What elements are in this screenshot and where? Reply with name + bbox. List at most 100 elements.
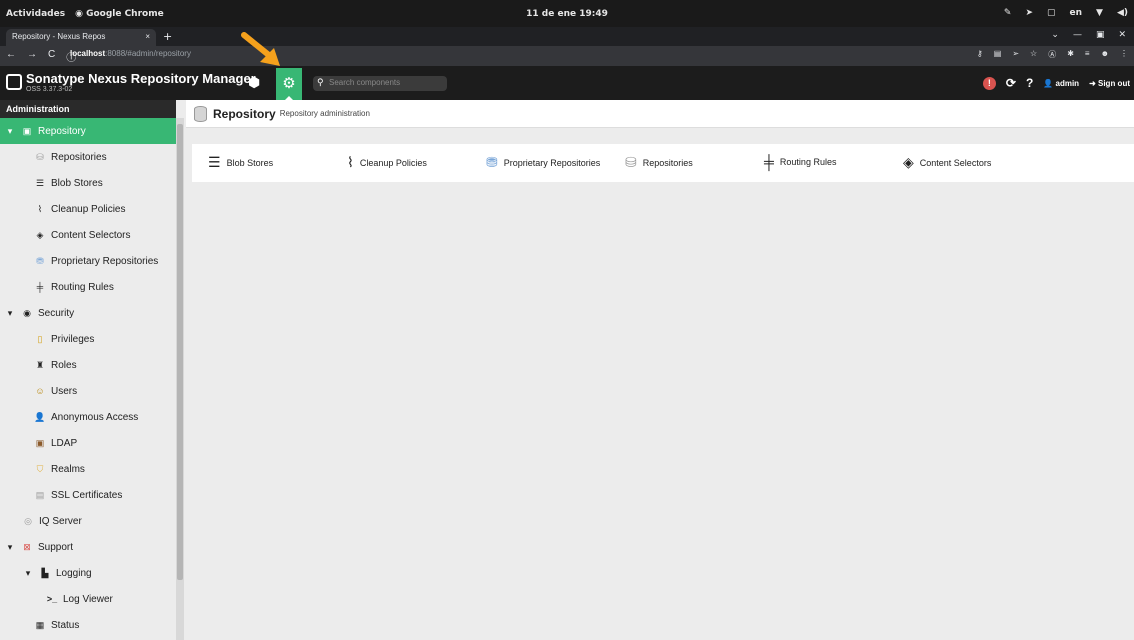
sidebar-item-repositories[interactable]: ⛁ Repositories — [0, 144, 176, 170]
minimize-button[interactable]: — — [1073, 30, 1082, 40]
card-label: Proprietary Repositories — [503, 157, 601, 168]
url-host: localhost — [70, 49, 106, 58]
pen-icon[interactable]: ✎ — [1004, 8, 1012, 18]
sidebar-item-label: Cleanup Policies — [51, 203, 126, 215]
extensions-puzzle-icon[interactable]: ✱ — [1067, 49, 1074, 60]
sidebar-item-label: Realms — [51, 463, 85, 475]
sidebar-item-label: Blob Stores — [51, 177, 103, 189]
search-placeholder: Search components — [329, 78, 401, 87]
send-icon[interactable]: ➤ — [1025, 8, 1033, 18]
forward-icon[interactable]: → — [27, 49, 37, 64]
sidebar-item-cleanup-policies[interactable]: ⌇ Cleanup Policies — [0, 196, 176, 222]
profile-avatar-icon[interactable]: ☻ — [1101, 49, 1109, 60]
admin-sidebar: Administration ▾ ▣ Repository ⛁ Repositorie… — [0, 100, 176, 640]
repos-icon: ⛃ — [36, 255, 44, 266]
reload-icon[interactable]: C — [48, 49, 55, 64]
language-indicator[interactable]: en — [1070, 8, 1083, 18]
database-icon: ▣ — [22, 125, 32, 136]
translate-icon[interactable]: ▤ — [994, 49, 1002, 60]
close-window-button[interactable]: ✕ — [1118, 30, 1126, 40]
wifi-icon[interactable]: ▼ — [1096, 8, 1103, 18]
role-icon: ♜ — [35, 359, 45, 370]
browser-menu-icon[interactable]: ⋮ — [1120, 49, 1128, 60]
refresh-icon[interactable]: ⟳ — [1006, 76, 1016, 90]
sign-out-button[interactable]: ➜ Sign out — [1089, 79, 1130, 88]
expand-caret-icon[interactable]: ▾ — [22, 568, 34, 579]
expand-caret-icon[interactable]: ▾ — [4, 308, 16, 319]
scrollbar-thumb[interactable] — [177, 124, 183, 580]
card-repositories[interactable]: ⛁ Repositories — [625, 154, 693, 171]
page-title: Repository — [213, 106, 276, 121]
logging-icon: ▙ — [41, 567, 49, 578]
database-icon: ⛁ — [625, 154, 637, 170]
shield-icon: ⛉ — [36, 463, 44, 474]
alert-icon[interactable]: ! — [982, 76, 996, 90]
sidebar-item-status[interactable]: ▦ Status — [0, 612, 176, 638]
share-icon[interactable]: ➢ — [1012, 49, 1019, 60]
browser-tab[interactable]: Repository - Nexus Repos × — [6, 29, 156, 46]
sidebar-item-label: Logging — [56, 567, 92, 579]
card-blob-stores[interactable]: ☰ Blob Stores — [208, 154, 273, 171]
sidebar-item-roles[interactable]: ♜ Roles — [0, 352, 176, 378]
bookmark-star-icon[interactable]: ☆ — [1030, 49, 1037, 60]
admin-gear-button[interactable]: ⚙ — [276, 68, 302, 100]
maximize-button[interactable]: ▣ — [1096, 30, 1105, 40]
reading-list-icon[interactable]: ≡ — [1085, 49, 1090, 60]
new-tab-button[interactable]: + — [163, 30, 172, 43]
sidebar-scrollbar[interactable] — [176, 118, 184, 640]
sidebar-item-proprietary-repositories[interactable]: ⛃ Proprietary Repositories — [0, 248, 176, 274]
repos-icon: ⛃ — [486, 154, 498, 170]
sidebar-item-iq-server[interactable]: ◎ IQ Server — [0, 508, 176, 534]
sidebar-item-label: Routing Rules — [51, 281, 114, 293]
card-routing-rules[interactable]: ╪ Routing Rules — [764, 154, 836, 170]
card-content-selectors[interactable]: ◈ Content Selectors — [903, 154, 991, 171]
user-menu[interactable]: 👤 admin — [1043, 79, 1079, 88]
app-title[interactable]: Sonatype Nexus Repository Manager — [26, 71, 256, 86]
url-field[interactable]: localhost:8088/#admin/repository — [70, 49, 191, 58]
extension-a-icon[interactable]: Ⓐ — [1048, 49, 1056, 60]
search-components-input[interactable]: ⚲ Search components — [313, 76, 447, 91]
book-icon: ▣ — [35, 437, 45, 448]
clock[interactable]: 11 de ene 19:49 — [0, 9, 1134, 19]
key-icon[interactable]: ⚷ — [977, 49, 983, 60]
card-cleanup-policies[interactable]: ⌇ Cleanup Policies — [347, 154, 427, 171]
back-icon[interactable]: ← — [6, 49, 16, 64]
sidebar-item-repository[interactable]: ▾ ▣ Repository — [0, 118, 176, 144]
nexus-header: Sonatype Nexus Repository Manager OSS 3.… — [0, 66, 1134, 100]
address-bar: ← → C ⓘ localhost:8088/#admin/repository… — [0, 46, 1134, 66]
users-icon: ☺ — [35, 386, 45, 396]
browse-cube-icon[interactable]: ⬢ — [248, 75, 260, 91]
sidebar-item-anonymous-access[interactable]: 👤 Anonymous Access — [0, 404, 176, 430]
sidebar-item-realms[interactable]: ⛉ Realms — [0, 456, 176, 482]
sidebar-item-ssl-certificates[interactable]: ▤ SSL Certificates — [0, 482, 176, 508]
layers-icon: ◈ — [903, 154, 914, 170]
broom-icon: ⌇ — [347, 154, 354, 170]
expand-caret-icon[interactable]: ▾ — [4, 126, 16, 137]
sidebar-item-blob-stores[interactable]: ☰ Blob Stores — [0, 170, 176, 196]
tab-search-icon[interactable]: ⌄ — [1051, 30, 1059, 40]
sidebar-item-label: Privileges — [51, 333, 95, 345]
sidebar-header: Administration — [0, 100, 176, 118]
sidebar-item-label: Proprietary Repositories — [51, 255, 159, 267]
clipboard-icon[interactable]: ▢ — [1047, 8, 1056, 18]
sidebar-item-support[interactable]: ▾ ⊠ Support — [0, 534, 176, 560]
sidebar-item-privileges[interactable]: ▯ Privileges — [0, 326, 176, 352]
expand-caret-icon[interactable]: ▾ — [4, 542, 16, 553]
sidebar-item-label: Support — [38, 541, 74, 553]
sidebar-item-security[interactable]: ▾ ◉ Security — [0, 300, 176, 326]
sidebar-item-label: Users — [51, 385, 78, 397]
broom-icon: ⌇ — [37, 203, 43, 214]
tab-close-icon[interactable]: × — [145, 32, 150, 43]
help-icon[interactable]: ? — [1026, 76, 1033, 90]
sidebar-item-users[interactable]: ☺ Users — [0, 378, 176, 404]
sidebar-item-ldap[interactable]: ▣ LDAP — [0, 430, 176, 456]
sidebar-item-log-viewer[interactable]: >_ Log Viewer — [0, 586, 176, 612]
volume-icon[interactable]: ◀) — [1117, 8, 1128, 18]
card-proprietary-repositories[interactable]: ⛃ Proprietary Repositories — [486, 154, 600, 171]
sidebar-item-routing-rules[interactable]: ╪ Routing Rules — [0, 274, 176, 300]
certificate-icon: ▤ — [35, 489, 45, 500]
sidebar-item-content-selectors[interactable]: ◈ Content Selectors — [0, 222, 176, 248]
sidebar-item-logging[interactable]: ▾ ▙ Logging — [0, 560, 176, 586]
badge-icon: ▯ — [37, 333, 43, 344]
nexus-logo-icon[interactable] — [6, 74, 22, 90]
